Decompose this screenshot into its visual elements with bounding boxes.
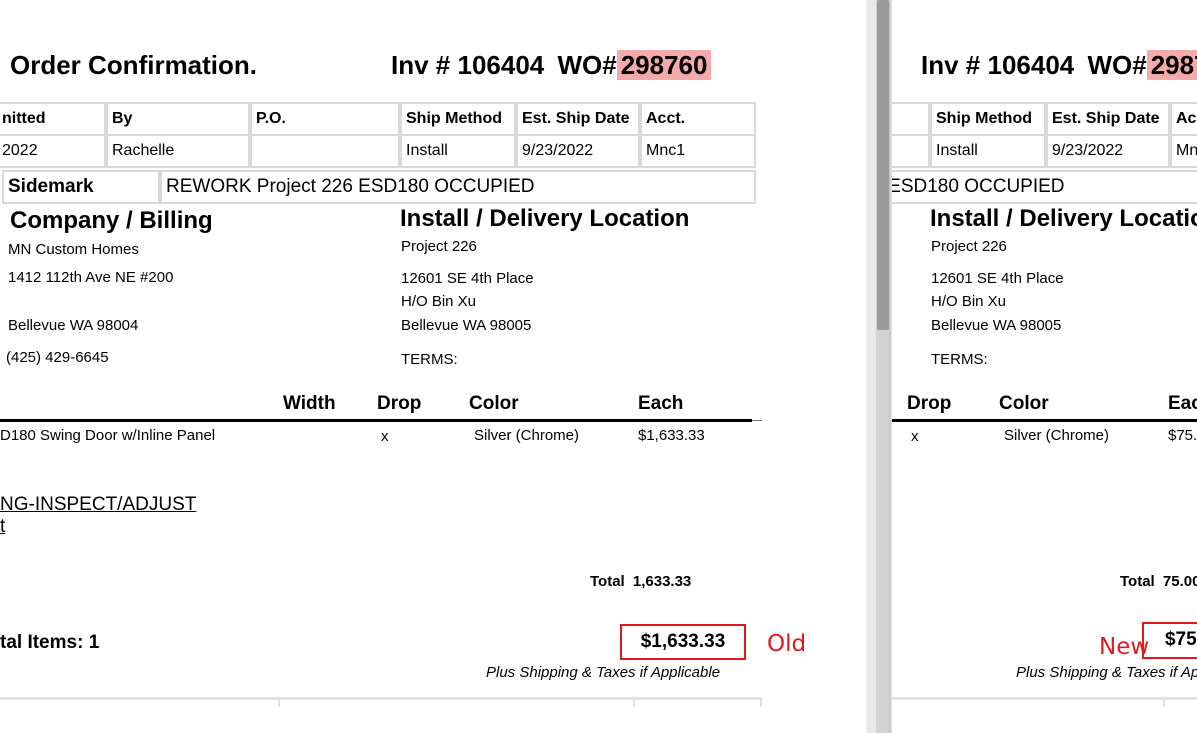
sidemark-value: REWORK Project 226 ESD180 OCCUPIED (892, 170, 1197, 204)
new-tag: New (1099, 634, 1150, 660)
bottom-rule (892, 697, 1197, 700)
invoice-header: Inv # 106404 WO#298760 (391, 50, 712, 81)
bottom-tick (278, 697, 280, 707)
delivery-address2: H/O Bin Xu (931, 293, 1007, 310)
col-by: By (106, 102, 250, 136)
val-submitted: 2022 (0, 134, 106, 168)
delivery-name: Project 226 (401, 238, 477, 255)
table-header-rule (892, 419, 1197, 422)
delivery-name: Project 226 (931, 238, 1007, 255)
delivery-city-line: Bellevue WA 98005 (401, 317, 532, 334)
col-po: P.O. (892, 102, 930, 136)
val-est-ship-date: 9/23/2022 (1046, 134, 1170, 168)
val-est-ship-date: 9/23/2022 (516, 134, 640, 168)
col-width-header: Width (283, 393, 336, 414)
total-value-new: 75.00 (1162, 573, 1197, 590)
delivery-title: Install / Delivery Location (930, 205, 1197, 232)
val-acct: Mnc1 (1170, 134, 1197, 168)
document-page: Order Confirmation. Inv # 106404 WO#2987… (0, 0, 866, 733)
total-row-new: Total 75.00 (1120, 573, 1197, 590)
invoice-header: Inv # 106404 WO#298760 (921, 50, 1197, 81)
delivery-address1: 12601 SE 4th Place (931, 270, 1064, 287)
item-description: D180 Swing Door w/Inline Panel (0, 427, 216, 444)
terms-label: TERMS: (401, 351, 458, 368)
item-each-old: $1,633.33 (638, 427, 705, 444)
scrollbar-thumb[interactable] (877, 0, 889, 330)
terms-label: TERMS: (931, 351, 988, 368)
bottom-rule (0, 697, 762, 700)
col-ship-method: Ship Method (400, 102, 516, 136)
grand-total-old: $1,633.33 (620, 624, 746, 660)
inv-number: 106404 (457, 50, 545, 80)
val-ship-method: Install (930, 134, 1046, 168)
inv-number: 106404 (987, 50, 1075, 80)
billing-phone: (425) 429-6645 (6, 349, 109, 366)
col-acct: Acct. (1170, 102, 1197, 136)
old-tag: Old (767, 631, 807, 657)
total-items: tal Items: 1 (0, 632, 100, 653)
delivery-title: Install / Delivery Location (400, 205, 690, 232)
val-acct: Mnc1 (640, 134, 756, 168)
shipping-note: Plus Shipping & Taxes if Applicable (1016, 664, 1197, 681)
billing-title: Company / Billing (10, 207, 213, 234)
delivery-address2: H/O Bin Xu (401, 293, 477, 310)
total-label: Total (1120, 573, 1155, 590)
col-drop-header: Drop (907, 393, 952, 414)
val-po (892, 134, 930, 168)
val-ship-method: Install (400, 134, 516, 168)
col-each-header: Each (638, 393, 684, 414)
grand-total-new: $75.00 (1142, 622, 1197, 659)
col-each-header: Each (1168, 393, 1197, 414)
val-by: Rachelle (106, 134, 250, 168)
val-po (250, 134, 400, 168)
wo-label: WO# (1087, 50, 1147, 80)
wo-number: 298760 (616, 50, 712, 80)
billing-address: 1412 112th Ave NE #200 (8, 269, 174, 286)
col-acct: Acct. (640, 102, 756, 136)
col-est-ship-date: Est. Ship Date (516, 102, 640, 136)
col-submitted: nitted (0, 102, 106, 136)
item-color: Silver (Chrome) (1004, 427, 1110, 444)
total-row-old: Total 1,633.33 (590, 573, 691, 590)
bottom-tick (1163, 697, 1165, 707)
document-page: Order Confirmation. Inv # 106404 WO#2987… (892, 0, 1197, 733)
delivery-city-line: Bellevue WA 98005 (931, 317, 1062, 334)
bottom-tick (760, 697, 762, 707)
bottom-tick (633, 697, 635, 707)
total-label: Total (590, 573, 625, 590)
service-line2: t (0, 516, 6, 537)
new-document-pane: Order Confirmation. Inv # 106404 WO#2987… (892, 0, 1197, 733)
delivery-address1: 12601 SE 4th Place (401, 270, 534, 287)
inv-label: Inv # (921, 50, 981, 80)
billing-company: MN Custom Homes (8, 241, 139, 258)
col-po: P.O. (250, 102, 400, 136)
item-each-new: $75.00 (1168, 427, 1197, 444)
wo-label: WO# (557, 50, 617, 80)
col-color-header: Color (469, 393, 519, 414)
sidemark-label: Sidemark (2, 170, 160, 204)
inv-label: Inv # (391, 50, 451, 80)
wo-number: 298760 (1146, 50, 1197, 80)
table-header-rule-end (752, 420, 762, 421)
total-value-old: 1,633.33 (632, 573, 692, 590)
item-drop: x (381, 428, 389, 445)
col-color-header: Color (999, 393, 1049, 414)
item-color: Silver (Chrome) (474, 427, 580, 444)
col-est-ship-date: Est. Ship Date (1046, 102, 1170, 136)
table-header-rule (0, 419, 752, 422)
col-drop-header: Drop (377, 393, 422, 414)
col-ship-method: Ship Method (930, 102, 1046, 136)
item-drop: x (911, 428, 919, 445)
billing-city-line: Bellevue WA 98004 (8, 317, 139, 334)
shipping-note: Plus Shipping & Taxes if Applicable (486, 664, 721, 681)
doc-title: Order Confirmation. (10, 50, 258, 80)
sidemark-value: REWORK Project 226 ESD180 OCCUPIED (160, 170, 756, 204)
service-line1: NG-INSPECT/ADJUST (0, 494, 197, 515)
old-document-pane: Order Confirmation. Inv # 106404 WO# 2987… (0, 0, 866, 733)
